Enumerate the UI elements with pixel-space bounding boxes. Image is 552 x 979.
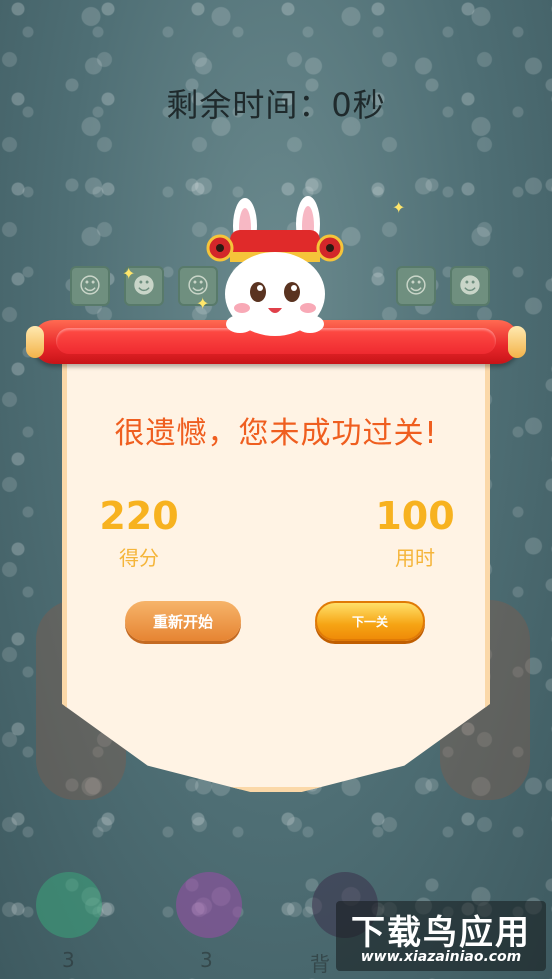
time-used-label: 用时: [395, 546, 435, 570]
powerup-count: 3: [62, 948, 75, 972]
powerup-bubble-green[interactable]: [36, 872, 102, 938]
sparkle-icon: ✦: [122, 264, 136, 283]
time-remaining: 剩余时间：0秒: [166, 86, 386, 124]
time-used-value: 100: [375, 494, 455, 538]
powerup-count: 3: [200, 948, 213, 972]
rabbit-mascot-icon: [206, 196, 344, 336]
score-value: 220: [99, 494, 179, 538]
hamster-tile-icon: ☺: [396, 266, 436, 306]
score-label: 得分: [119, 546, 159, 570]
fail-message: 很遗憾，您未成功过关!: [114, 416, 438, 451]
watermark: 下载鸟应用 www.xiazainiao.com: [336, 901, 546, 971]
cat-tile-icon: ☺: [70, 266, 110, 306]
powerup-bubble-purple[interactable]: [176, 872, 242, 938]
bottom-partial-label: 背: [310, 952, 330, 976]
lucky-cat-tile-icon: ☻: [450, 266, 490, 306]
restart-button[interactable]: 重新开始: [125, 601, 241, 641]
next-level-button[interactable]: 下一关: [315, 601, 425, 641]
sparkle-icon: ✦: [392, 198, 406, 217]
watermark-url: www.xiazainiao.com: [360, 949, 522, 965]
watermark-title: 下载鸟应用: [351, 913, 531, 953]
